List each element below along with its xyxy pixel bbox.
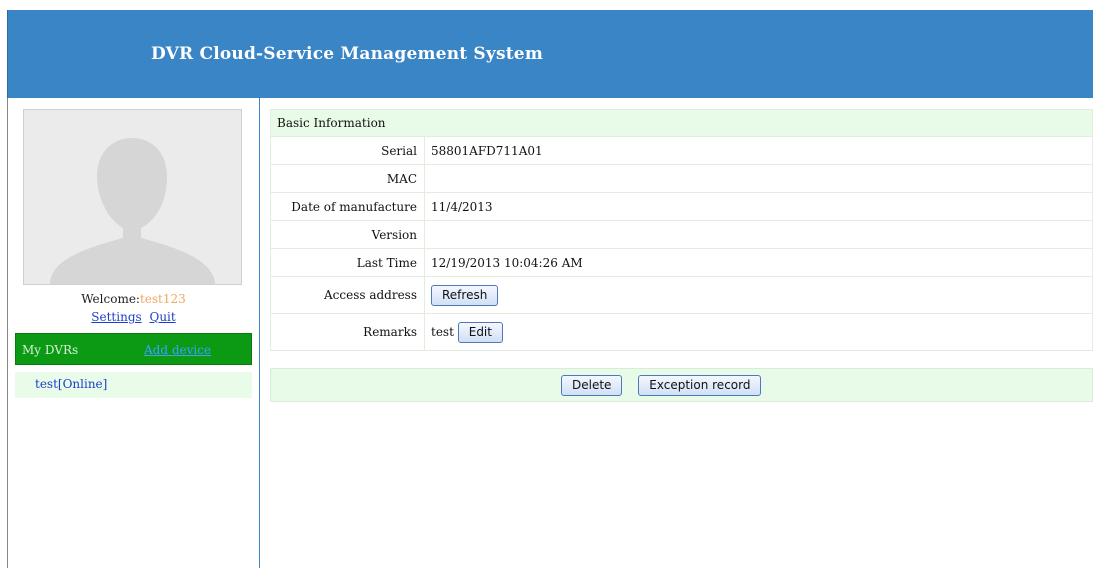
refresh-button[interactable]: Refresh bbox=[431, 284, 499, 306]
table-header-row: Basic Information bbox=[270, 109, 1093, 137]
delete-button[interactable]: Delete bbox=[561, 375, 623, 396]
action-buttons: Delete Exception record bbox=[561, 375, 773, 396]
exception-record-button[interactable]: Exception record bbox=[638, 375, 762, 396]
table-row: Serial 58801AFD711A01 bbox=[270, 136, 1093, 165]
avatar-silhouette-icon bbox=[24, 110, 241, 284]
mac-value bbox=[424, 164, 1093, 193]
user-avatar bbox=[23, 109, 242, 285]
action-bar: Delete Exception record bbox=[270, 368, 1093, 402]
manufacture-date-label: Date of manufacture bbox=[270, 192, 425, 221]
quit-link[interactable]: Quit bbox=[149, 310, 175, 324]
manufacture-date-value: 11/4/2013 bbox=[424, 192, 1093, 221]
sidebar: Welcome:test123 Settings Quit My DVRs Ad… bbox=[7, 98, 260, 568]
mac-label: MAC bbox=[270, 164, 425, 193]
add-device-link[interactable]: Add device bbox=[144, 343, 211, 357]
account-links: Settings Quit bbox=[8, 310, 259, 324]
table-row: Date of manufacture 11/4/2013 bbox=[270, 192, 1093, 221]
table-row: MAC bbox=[270, 164, 1093, 193]
basic-info-table: Basic Information Serial 58801AFD711A01 … bbox=[270, 109, 1093, 351]
username: test123 bbox=[139, 292, 186, 306]
settings-link[interactable]: Settings bbox=[91, 310, 141, 324]
my-dvrs-label: My DVRs bbox=[22, 343, 79, 357]
my-dvrs-bar: My DVRs Add device bbox=[15, 333, 252, 365]
remarks-cell: test Edit bbox=[424, 313, 1093, 351]
device-detail-panel: Basic Information Serial 58801AFD711A01 … bbox=[270, 109, 1093, 402]
table-row: Last Time 12/19/2013 10:04:26 AM bbox=[270, 248, 1093, 277]
remarks-label: Remarks bbox=[270, 313, 425, 351]
version-value bbox=[424, 220, 1093, 249]
app-header: DVR Cloud-Service Management System bbox=[7, 10, 1093, 98]
app-title: DVR Cloud-Service Management System bbox=[151, 44, 544, 64]
last-time-label: Last Time bbox=[270, 248, 425, 277]
welcome-label: Welcome: bbox=[81, 292, 140, 306]
version-label: Version bbox=[270, 220, 425, 249]
window-top-margin bbox=[0, 0, 1093, 10]
access-address-label: Access address bbox=[270, 276, 425, 314]
last-time-value: 12/19/2013 10:04:26 AM bbox=[424, 248, 1093, 277]
section-title: Basic Information bbox=[270, 109, 1093, 137]
device-link[interactable]: test[Online] bbox=[35, 377, 107, 391]
table-row: Remarks test Edit bbox=[270, 313, 1093, 351]
serial-label: Serial bbox=[270, 136, 425, 165]
serial-value: 58801AFD711A01 bbox=[424, 136, 1093, 165]
device-list-item[interactable]: test[Online] bbox=[15, 372, 252, 398]
table-row: Access address Refresh bbox=[270, 276, 1093, 314]
remarks-value: test bbox=[431, 324, 454, 339]
welcome-text: Welcome:test123 bbox=[8, 292, 259, 306]
table-row: Version bbox=[270, 220, 1093, 249]
edit-button[interactable]: Edit bbox=[457, 321, 503, 343]
access-address-cell: Refresh bbox=[424, 276, 1093, 314]
